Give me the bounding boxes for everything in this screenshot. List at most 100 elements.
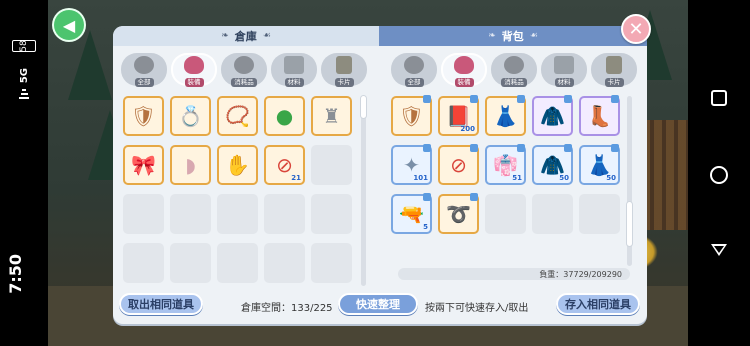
empty-slot[interactable] [485,194,526,234]
item-slot[interactable]: ✋ [217,145,258,185]
item-quantity: 50 [559,174,569,182]
empty-slot[interactable] [264,243,305,283]
empty-slot[interactable] [170,194,211,234]
dress-icon: 👗 [493,104,518,128]
tab-label: 卡片 [604,78,624,87]
home-button[interactable] [710,166,728,184]
armor-piece-icon: 🛡 [130,104,157,128]
tab-materials[interactable]: 材料 [271,53,317,87]
deposit-same-items-button[interactable]: 存入相同道具 [556,293,640,315]
necklace-icon: 📿 [225,104,250,128]
statue-icon: ♜ [322,104,341,128]
upgrade-badge [470,193,478,201]
warehouse-title: 倉庫 [234,30,257,43]
warehouse-grid: 🛡 💍 📿 ● ♜ 🎀 ◗ ✋ ⊘ 21 [123,96,352,283]
item-slot[interactable]: ◗ [170,145,211,185]
battery-indicator: 58 [12,40,36,52]
empty-slot[interactable] [579,194,620,234]
tab-label: 全部 [404,78,424,87]
potion-icon [504,56,524,74]
item-slot[interactable]: ● [264,96,305,136]
item-slot[interactable]: 👗 [485,95,526,136]
inventory-panel: ❧ 倉庫 ☙ ❧ 背包 ☙ 全部 裝備 消耗品 材料 卡片 全部 裝備 消耗品 … [113,26,647,324]
tab-cards[interactable]: 卡片 [321,53,367,87]
navigation-bar [688,0,750,346]
tab-materials[interactable]: 材料 [541,53,587,87]
weight-bar: 負重：37729/209290 [398,268,630,280]
empty-slot[interactable] [311,243,352,283]
share-icon[interactable]: ◀ [54,10,84,40]
tab-equipment[interactable]: 裝備 [171,53,217,87]
back-button[interactable] [711,244,727,256]
item-slot[interactable]: 📕 200 [438,95,479,136]
wing-icon: ❧ [488,31,496,41]
item-slot[interactable]: 🧥 [532,95,573,136]
tab-consumables[interactable]: 消耗品 [221,53,267,87]
empty-slot[interactable] [217,243,258,283]
whip-icon: ➰ [446,202,471,226]
upgrade-badge [611,144,619,152]
scroll-thumb[interactable] [627,202,632,246]
item-slot[interactable]: 🛡 [123,96,164,136]
item-slot[interactable]: 🧥 50 [532,144,573,185]
empty-slot[interactable] [123,194,164,234]
tab-cards[interactable]: 卡片 [591,53,637,87]
item-slot[interactable]: 💍 [170,96,211,136]
tab-label: 消耗品 [501,78,527,87]
empty-slot[interactable] [123,243,164,283]
shield-icon: 🛡 [398,104,425,128]
recents-button[interactable] [711,90,727,106]
item-slot[interactable]: 👘 51 [485,144,526,185]
empty-slot[interactable] [311,194,352,234]
backpack-grid: 🛡 📕 200 👗 🧥 👢 ✦ 101 ⊘ 👘 51 🧥 50 👗 50 🔫 5 ➰ [391,95,620,234]
item-quantity: 200 [460,125,475,133]
card-icon [336,56,352,74]
tab-all[interactable]: 全部 [391,53,437,87]
tab-label: 全部 [134,78,154,87]
scroll-thumb[interactable] [361,96,366,118]
empty-slot[interactable] [264,194,305,234]
backpack-scrollbar[interactable] [627,96,632,266]
tab-consumables[interactable]: 消耗品 [491,53,537,87]
close-button[interactable]: ✕ [621,14,651,44]
item-slot[interactable]: ➰ [438,193,479,234]
battery-level: 58 [19,40,29,52]
box-icon [554,56,574,74]
item-slot[interactable]: 🛡 [391,95,432,136]
item-slot[interactable]: 👗 50 [579,144,620,185]
quick-sort-button[interactable]: 快速整理 [338,293,418,315]
gun-icon: 🔫 [399,202,424,226]
item-slot[interactable]: ⊘ 21 [264,145,305,185]
empty-slot[interactable] [217,194,258,234]
empty-slot[interactable] [311,145,352,185]
helmet-icon [404,56,424,74]
upgrade-badge [470,144,478,152]
tab-label: 材料 [554,78,574,87]
item-slot[interactable]: ⊘ [438,144,479,185]
item-slot[interactable]: 🔫 5 [391,193,432,234]
tab-all[interactable]: 全部 [121,53,167,87]
upgrade-badge [564,95,572,103]
card-icon [606,56,622,74]
empty-slot[interactable] [532,194,573,234]
item-slot[interactable]: ✦ 101 [391,144,432,185]
take-same-items-button[interactable]: 取出相同道具 [119,293,203,315]
network-type: 5G [18,68,30,84]
warehouse-scrollbar[interactable] [361,96,366,286]
tab-equipment[interactable]: 裝備 [441,53,487,87]
item-quantity: 21 [291,174,301,182]
status-bar: 58 5G 7:50 [0,0,48,346]
dark-jacket-icon: 🧥 [540,104,565,128]
item-slot[interactable]: 👢 [579,95,620,136]
storage-space-label: 倉庫空間：133/225 [241,303,333,314]
tab-label: 卡片 [334,78,354,87]
item-quantity: 51 [512,174,522,182]
potion-icon [234,56,254,74]
hat-icon [184,56,204,74]
item-slot[interactable]: ♜ [311,96,352,136]
item-slot[interactable]: 🎀 [123,145,164,185]
close-icon: ✕ [628,18,644,40]
item-slot[interactable]: 📿 [217,96,258,136]
empty-slot[interactable] [170,243,211,283]
backpack-header: ❧ 背包 ☙ [379,26,647,46]
